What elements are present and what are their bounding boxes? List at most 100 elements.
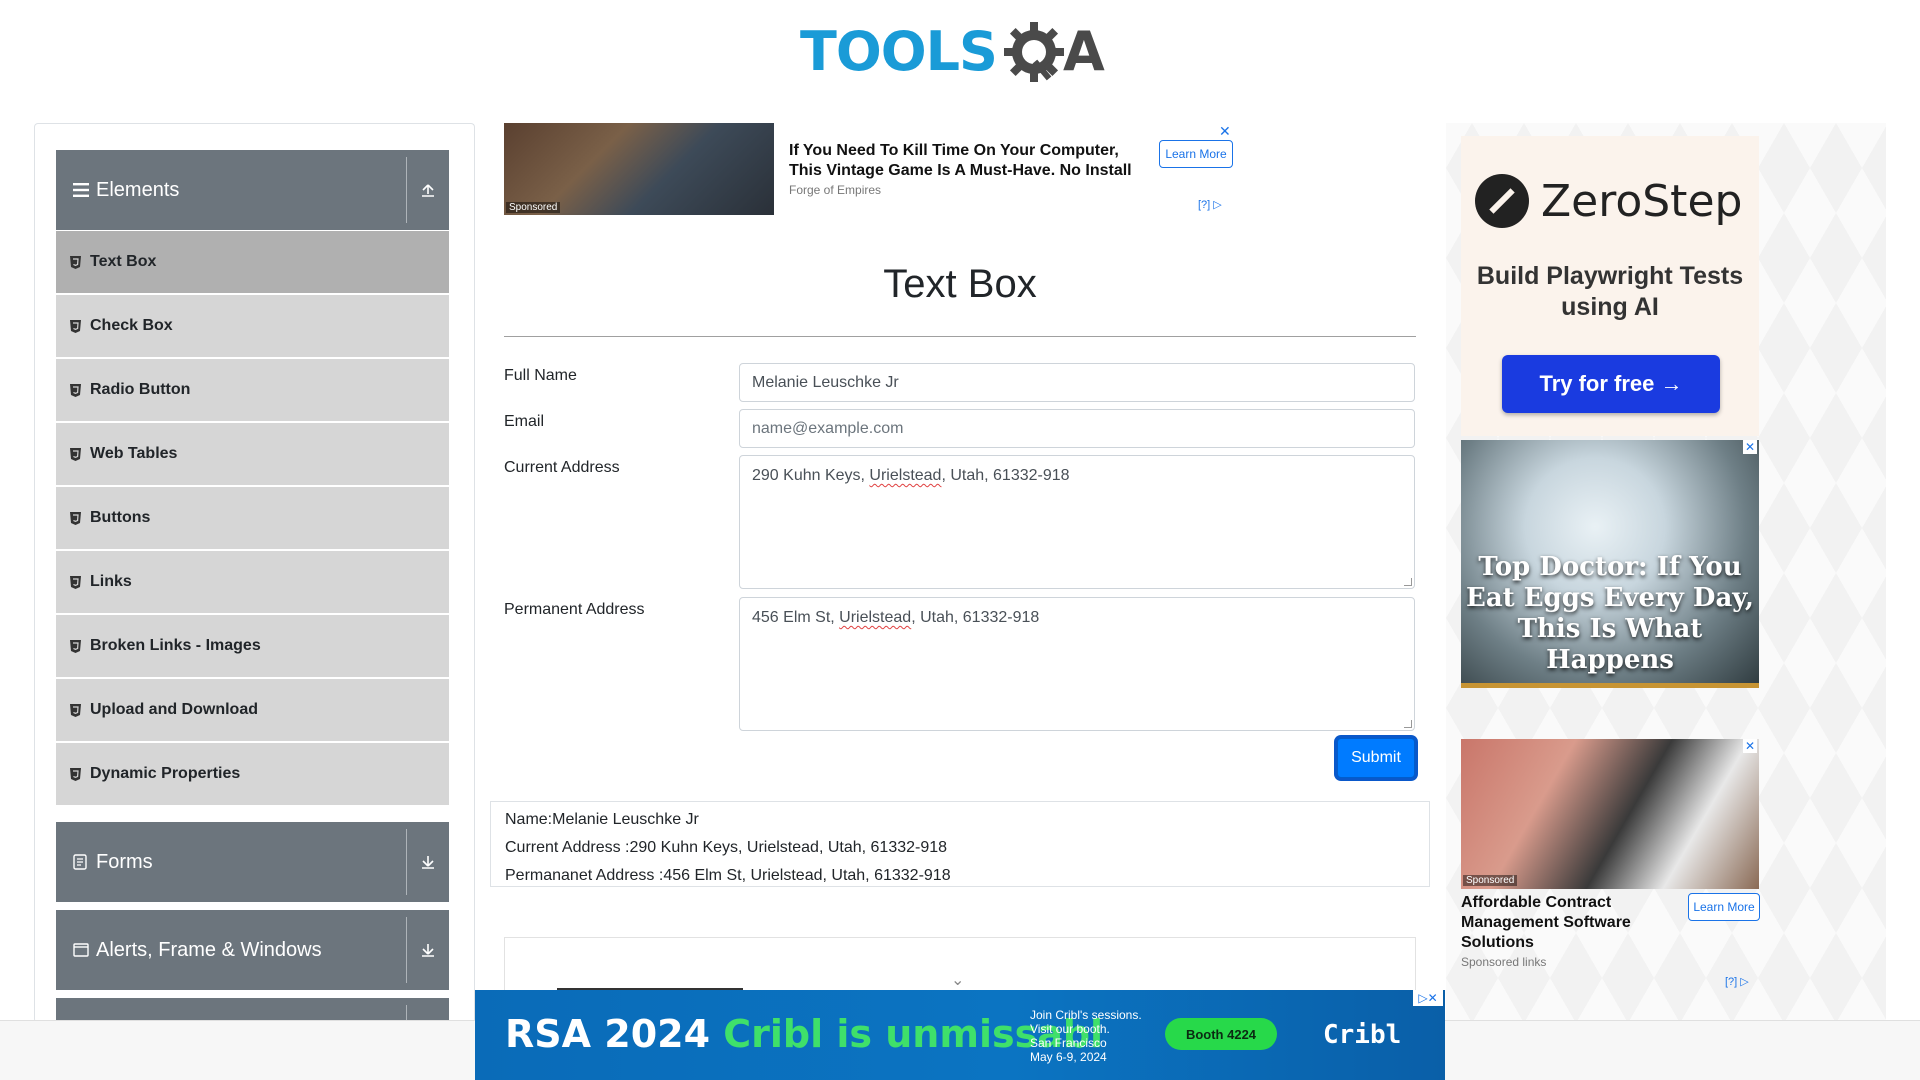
- close-icon[interactable]: ▷✕: [1413, 990, 1443, 1006]
- ad-source[interactable]: Forge of Empires: [789, 183, 881, 197]
- menu-item-web-tables[interactable]: Web Tables: [56, 423, 449, 485]
- current-address-value-post: , Utah, 61332-918: [941, 467, 1070, 484]
- rsa-sub-line: Join Cribl's sessions.: [1030, 1008, 1142, 1022]
- adchoices-icon[interactable]: [?] ▷: [1725, 975, 1749, 988]
- ad-image[interactable]: [1461, 739, 1759, 889]
- expand-down-icon[interactable]: [407, 854, 449, 870]
- close-icon[interactable]: ✕: [1743, 440, 1757, 454]
- menu-item-label: Links: [90, 573, 132, 590]
- menu-item-dynamic-properties[interactable]: Dynamic Properties: [56, 743, 449, 805]
- toolsqa-logo[interactable]: TOOLS A: [800, 14, 1130, 90]
- menu-item-text-box[interactable]: Text Box: [56, 231, 449, 293]
- full-name-value: Melanie Leuschke Jr: [752, 373, 899, 391]
- group-header-forms[interactable]: Forms: [56, 822, 449, 902]
- try-for-free-button[interactable]: Try for free →: [1502, 355, 1720, 413]
- menu-item-links[interactable]: Links: [56, 551, 449, 613]
- submit-button[interactable]: Submit: [1337, 738, 1415, 778]
- logo-text-tools: TOOLS: [800, 20, 998, 83]
- ad-info-label[interactable]: [?]: [1198, 199, 1210, 211]
- gear-icon: [1001, 19, 1067, 85]
- email-input[interactable]: name@example.com: [739, 409, 1415, 448]
- zerostep-ad[interactable]: ZeroStep Build Playwright Tests using AI…: [1461, 136, 1759, 436]
- zerostep-mark-icon: [1475, 174, 1529, 228]
- output-permanent-address: Permananet Address :456 Elm St, Urielste…: [505, 867, 951, 884]
- full-name-input[interactable]: Melanie Leuschke Jr: [739, 363, 1415, 402]
- left-sidebar: Elements Text Box Check Box Radio Button…: [34, 123, 475, 1023]
- current-address-value-pre: 290 Kuhn Keys,: [752, 467, 870, 484]
- menu-item-buttons[interactable]: Buttons: [56, 487, 449, 549]
- group-label: Elements: [96, 178, 180, 201]
- full-name-label: Full Name: [504, 367, 577, 384]
- zerostep-name: ZeroStep: [1541, 175, 1743, 227]
- ad-bottom-bar: [1461, 683, 1759, 688]
- logo-text-a: A: [1062, 20, 1105, 83]
- zerostep-tagline: Build Playwright Tests using AI: [1476, 262, 1744, 321]
- menu-item-upload-download[interactable]: Upload and Download: [56, 679, 449, 741]
- menu-item-label: Web Tables: [90, 445, 178, 462]
- document-icon: [73, 854, 91, 870]
- permanent-address-value-post: , Utah, 61332-918: [911, 609, 1040, 626]
- eggs-ad-headline[interactable]: Top Doctor: If You Eat Eggs Every Day, T…: [1461, 552, 1759, 676]
- email-label: Email: [504, 413, 545, 430]
- output-current-address: Current Address :290 Kuhn Keys, Urielste…: [505, 839, 948, 856]
- collapse-up-icon[interactable]: [407, 182, 449, 198]
- sponsored-label: Sponsored: [506, 202, 561, 213]
- cribl-logo: Cribl: [1323, 1020, 1402, 1050]
- ad-info-label[interactable]: [?]: [1725, 976, 1737, 988]
- permanent-address-textarea[interactable]: 456 Elm St, Urielstead, Utah, 61332-918: [739, 597, 1415, 731]
- menu-item-radio-button[interactable]: Radio Button: [56, 359, 449, 421]
- html5-icon: [70, 767, 84, 781]
- hamburger-icon: [73, 183, 91, 197]
- group-header-elements[interactable]: Elements: [56, 150, 449, 230]
- html5-icon: [70, 703, 84, 717]
- current-address-label: Current Address: [504, 459, 620, 476]
- rsa-banner-ad[interactable]: RSA 2024 Cribl is unmissabl Join Cribl's…: [475, 990, 1445, 1080]
- menu-item-label: Upload and Download: [90, 701, 258, 718]
- eggs-ad[interactable]: Top Doctor: If You Eat Eggs Every Day, T…: [1461, 440, 1759, 688]
- menu-item-label: Buttons: [90, 509, 151, 526]
- output-name: Name:Melanie Leuschke Jr: [505, 811, 699, 828]
- page-title: Text Box: [883, 262, 1037, 306]
- rsa-title-part1: RSA 2024: [505, 1012, 724, 1056]
- menu-item-label: Radio Button: [90, 381, 191, 398]
- adchoices-icon[interactable]: [?] ▷: [1198, 198, 1222, 211]
- ad-title[interactable]: Affordable Contract Management Software …: [1461, 893, 1661, 953]
- permanent-address-value-pre: 456 Elm St,: [752, 609, 840, 626]
- sponsored-label: Sponsored: [1463, 875, 1518, 886]
- menu-item-label: Check Box: [90, 317, 173, 334]
- contract-ad[interactable]: Sponsored ✕ Affordable Contract Manageme…: [1461, 739, 1760, 999]
- html5-icon: [70, 255, 84, 269]
- spellcheck-word: Urielstead: [839, 609, 912, 626]
- permanent-address-label: Permanent Address: [504, 601, 645, 618]
- top-ad[interactable]: Sponsored If You Need To Kill Time On Yo…: [504, 123, 1234, 215]
- menu-item-label: Broken Links - Images: [90, 637, 261, 654]
- ad-image[interactable]: Sponsored: [504, 123, 774, 215]
- html5-icon: [70, 319, 84, 333]
- close-icon[interactable]: ✕: [1219, 123, 1231, 140]
- resize-handle-icon[interactable]: [1404, 578, 1412, 586]
- html5-icon: [70, 575, 84, 589]
- learn-more-button[interactable]: Learn More: [1688, 893, 1760, 921]
- expand-down-icon[interactable]: [407, 942, 449, 958]
- ad-title[interactable]: If You Need To Kill Time On Your Compute…: [789, 141, 1149, 181]
- ad-source: Sponsored links: [1461, 955, 1547, 969]
- booth-button[interactable]: Booth 4224: [1165, 1018, 1277, 1050]
- current-address-textarea[interactable]: 290 Kuhn Keys, Urielstead, Utah, 61332-9…: [739, 455, 1415, 589]
- spellcheck-word: Urielstead: [869, 467, 942, 484]
- output-box: Name:Melanie Leuschke Jr Current Address…: [490, 801, 1430, 887]
- rsa-sub-line: San Francisco: [1030, 1036, 1107, 1050]
- menu-item-broken-links[interactable]: Broken Links - Images: [56, 615, 449, 677]
- group-label: Forms: [96, 850, 153, 873]
- menu-item-label: Text Box: [90, 253, 157, 270]
- close-icon[interactable]: ✕: [1743, 739, 1757, 753]
- menu-item-check-box[interactable]: Check Box: [56, 295, 449, 357]
- resize-handle-icon[interactable]: [1404, 720, 1412, 728]
- email-placeholder: name@example.com: [752, 419, 904, 437]
- rsa-sub-line: May 6-9, 2024: [1030, 1050, 1107, 1064]
- html5-icon: [70, 639, 84, 653]
- divider: [504, 336, 1416, 337]
- html5-icon: [70, 447, 84, 461]
- chevron-down-icon[interactable]: ⌄: [951, 970, 964, 990]
- learn-more-button[interactable]: Learn More: [1159, 140, 1233, 168]
- group-header-alerts[interactable]: Alerts, Frame & Windows: [56, 910, 449, 990]
